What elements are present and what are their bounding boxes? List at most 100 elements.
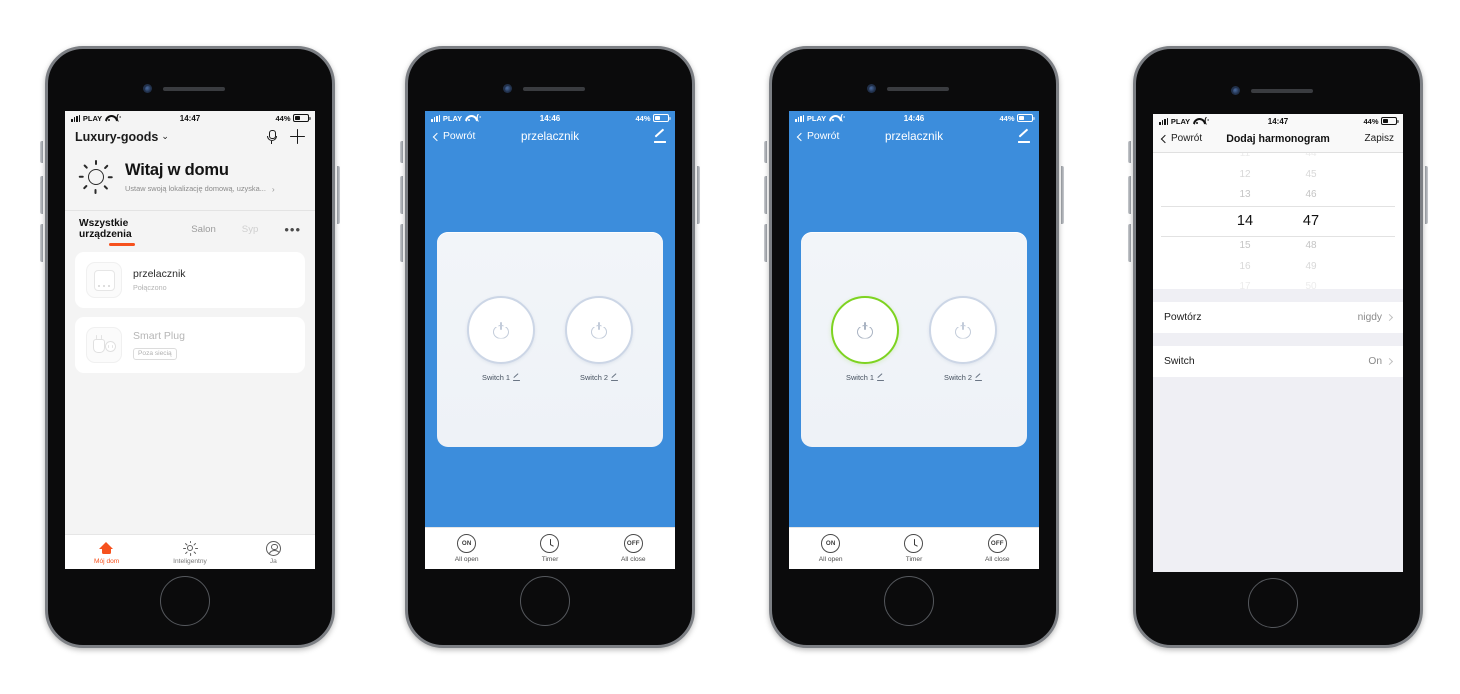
tab-label: Ja bbox=[269, 558, 277, 565]
switch-toolbar: ON All open Timer OFF All close bbox=[789, 527, 1039, 569]
back-button[interactable]: Powrót bbox=[1160, 133, 1202, 144]
hour-option[interactable]: 13 bbox=[1223, 185, 1267, 206]
switch-2[interactable]: Switch 2 bbox=[929, 296, 997, 382]
home-selector[interactable]: Luxury-goods ⌄ bbox=[75, 130, 169, 144]
switch-label: Switch 1 bbox=[846, 373, 874, 382]
plus-icon[interactable] bbox=[290, 129, 305, 144]
phone-screen-switch-on: PLAY (⋅ 14:46 44% Powrót przelacznik Swi… bbox=[789, 111, 1039, 569]
tool-all-close[interactable]: OFF All close bbox=[956, 534, 1039, 563]
switch-1[interactable]: Switch 1 bbox=[467, 296, 535, 382]
switch-1-label-row: Switch 1 bbox=[831, 373, 899, 382]
silent-switch[interactable] bbox=[400, 141, 403, 163]
row-repeat[interactable]: Powtórz nigdy bbox=[1153, 302, 1403, 333]
switch-panel: Switch 1 Switch 2 bbox=[437, 231, 663, 447]
switch-1-toggle[interactable] bbox=[467, 296, 535, 364]
volume-down-button[interactable] bbox=[40, 224, 43, 262]
bottom-tab-bar: Mój dom Inteligentny Ja bbox=[65, 534, 315, 569]
device-name: przelacznik bbox=[133, 268, 186, 280]
volume-down-button[interactable] bbox=[1128, 224, 1131, 262]
pencil-icon[interactable] bbox=[653, 130, 666, 143]
tool-all-close[interactable]: OFF All close bbox=[592, 534, 675, 563]
status-bar: PLAY (⋅ 14:47 44% bbox=[1153, 114, 1403, 128]
silent-switch[interactable] bbox=[40, 141, 43, 163]
wifi-icon bbox=[1193, 118, 1202, 125]
minute-option[interactable]: 49 bbox=[1289, 257, 1333, 278]
home-button[interactable] bbox=[1248, 578, 1298, 628]
minute-option[interactable]: 45 bbox=[1289, 165, 1333, 186]
switch-navbar: Powrót przelacznik bbox=[425, 125, 675, 151]
back-button[interactable]: Powrót bbox=[432, 131, 475, 142]
row-switch[interactable]: Switch On bbox=[1153, 346, 1403, 377]
home-button[interactable] bbox=[884, 576, 934, 626]
minute-option[interactable]: 46 bbox=[1289, 185, 1333, 206]
hour-option[interactable]: 11 bbox=[1223, 153, 1267, 165]
switch-2-toggle[interactable] bbox=[565, 296, 633, 364]
pencil-icon[interactable] bbox=[610, 374, 618, 381]
switch-1-label-row: Switch 1 bbox=[467, 373, 535, 382]
minute-option[interactable]: 50 bbox=[1289, 277, 1333, 289]
tab-moj-dom[interactable]: Mój dom bbox=[65, 540, 148, 565]
tab-ja[interactable]: Ja bbox=[232, 540, 315, 565]
hour-option-selected[interactable]: 14 bbox=[1223, 206, 1267, 236]
switch-1[interactable]: Switch 1 bbox=[831, 296, 899, 382]
hour-column[interactable]: 11 12 13 14 15 16 17 bbox=[1223, 153, 1267, 289]
back-button[interactable]: Powrót bbox=[796, 131, 839, 142]
welcome-subtitle-row: Ustaw swoją lokalizację domową, uzyska..… bbox=[125, 184, 275, 194]
device-info: przelacznik Połączono bbox=[133, 268, 186, 292]
hour-option[interactable]: 17 bbox=[1223, 277, 1267, 289]
clock-icon bbox=[904, 534, 924, 553]
minute-option[interactable]: 44 bbox=[1289, 153, 1333, 165]
sun-icon bbox=[79, 160, 114, 194]
pencil-icon[interactable] bbox=[974, 374, 982, 381]
tool-timer[interactable]: Timer bbox=[508, 534, 591, 563]
tool-timer[interactable]: Timer bbox=[872, 534, 955, 563]
power-button[interactable] bbox=[1061, 166, 1064, 224]
minute-column[interactable]: 44 45 46 47 48 49 50 bbox=[1289, 153, 1333, 289]
device-card-smart-plug[interactable]: Smart Plug Poza siecią bbox=[75, 317, 305, 373]
pencil-icon[interactable] bbox=[512, 374, 520, 381]
volume-up-button[interactable] bbox=[40, 176, 43, 214]
tab-inteligentny[interactable]: Inteligentny bbox=[148, 540, 231, 565]
switch-2-toggle[interactable] bbox=[929, 296, 997, 364]
wall-switch-icon bbox=[86, 262, 122, 298]
volume-down-button[interactable] bbox=[400, 224, 403, 262]
tool-all-open[interactable]: ON All open bbox=[789, 534, 872, 563]
battery-icon bbox=[1017, 114, 1035, 122]
switch-2[interactable]: Switch 2 bbox=[565, 296, 633, 382]
switch-1-toggle[interactable] bbox=[831, 296, 899, 364]
tabs-more-button[interactable]: ••• bbox=[284, 223, 301, 242]
status-bar-right: 44% bbox=[635, 114, 671, 123]
time-picker[interactable]: 11 12 13 14 15 16 17 44 45 46 47 48 49 5… bbox=[1153, 153, 1403, 289]
empty-space bbox=[1153, 377, 1403, 572]
hour-option[interactable]: 15 bbox=[1223, 236, 1267, 257]
microphone-icon[interactable] bbox=[267, 129, 278, 144]
power-button[interactable] bbox=[337, 166, 340, 224]
tab-label: Inteligentny bbox=[173, 558, 207, 565]
volume-up-button[interactable] bbox=[400, 176, 403, 214]
power-button[interactable] bbox=[697, 166, 700, 224]
pencil-icon[interactable] bbox=[876, 374, 884, 381]
pencil-icon[interactable] bbox=[1017, 130, 1030, 143]
tab-all-devices[interactable]: Wszystkie urządzenia bbox=[79, 218, 165, 246]
row-value-wrap: nigdy bbox=[1358, 312, 1394, 323]
silent-switch[interactable] bbox=[764, 141, 767, 163]
hour-option[interactable]: 16 bbox=[1223, 257, 1267, 278]
minute-option-selected[interactable]: 47 bbox=[1289, 206, 1333, 236]
power-button[interactable] bbox=[1425, 166, 1428, 224]
minute-option[interactable]: 48 bbox=[1289, 236, 1333, 257]
silent-switch[interactable] bbox=[1128, 141, 1131, 163]
tab-sypialnia[interactable]: Syp bbox=[242, 224, 259, 241]
home-button[interactable] bbox=[520, 576, 570, 626]
home-button[interactable] bbox=[160, 576, 210, 626]
device-card-przelacznik[interactable]: przelacznik Połączono bbox=[75, 252, 305, 308]
volume-up-button[interactable] bbox=[1128, 176, 1131, 214]
power-icon bbox=[955, 321, 971, 339]
save-button[interactable]: Zapisz bbox=[1365, 133, 1394, 144]
welcome-banner[interactable]: Witaj w domu Ustaw swoją lokalizację dom… bbox=[65, 150, 315, 210]
tool-all-open[interactable]: ON All open bbox=[425, 534, 508, 563]
tab-salon[interactable]: Salon bbox=[191, 224, 216, 241]
welcome-subtitle: Ustaw swoją lokalizację domową, uzyska..… bbox=[125, 184, 266, 193]
volume-down-button[interactable] bbox=[764, 224, 767, 262]
volume-up-button[interactable] bbox=[764, 176, 767, 214]
hour-option[interactable]: 12 bbox=[1223, 165, 1267, 186]
